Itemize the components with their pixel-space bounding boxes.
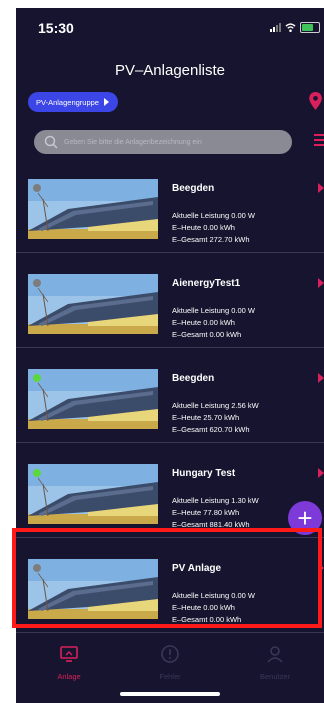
search-placeholder: Geben Sie bitte die Anlagenbezeichnung e… — [64, 138, 202, 146]
energy-total: E–Gesamt 272.70 kWh — [172, 235, 250, 244]
status-icons — [270, 22, 320, 33]
status-dot-online — [33, 374, 41, 382]
monitor-icon — [60, 646, 78, 662]
current-power: Aktuelle Leistung 0.00 W — [172, 211, 255, 220]
plant-name: Hungary Test — [172, 468, 236, 479]
plant-thumbnail — [28, 179, 158, 239]
plant-name: Beegden — [172, 373, 215, 384]
page-title: PV–Anlagenliste — [114, 62, 226, 79]
current-power: Aktuelle Leistung 1.30 kW — [172, 496, 259, 505]
plant-name: Beegden — [172, 183, 215, 194]
chevron-right-icon — [318, 183, 324, 193]
current-power: Aktuelle Leistung 0.00 W — [172, 306, 255, 315]
play-arrow-icon — [103, 98, 109, 106]
tab-label: Anlage — [57, 672, 81, 681]
chevron-right-icon — [318, 468, 324, 478]
energy-today: E–Heute 77.80 kWh — [172, 508, 240, 517]
search-icon — [44, 135, 58, 149]
location-pin-icon[interactable] — [309, 92, 322, 110]
energy-total: E–Gesamt 0.00 kWh — [172, 330, 242, 339]
plant-card[interactable]: AienergyTest1 Aktuelle Leistung 0.00 W E… — [16, 253, 324, 348]
plant-thumbnail — [28, 464, 158, 524]
search-input[interactable]: Geben Sie bitte die Anlagenbezeichnung e… — [34, 130, 292, 154]
filter-menu-icon[interactable] — [314, 131, 324, 151]
wifi-icon — [285, 23, 296, 32]
tab-label: Benutzer — [259, 672, 291, 681]
tab-benutzer[interactable]: Benutzer — [230, 644, 320, 681]
current-power: Aktuelle Leistung 2.56 kW — [172, 401, 259, 410]
error-icon — [161, 645, 179, 663]
status-time: 15:30 — [38, 20, 74, 36]
plant-card[interactable]: Hungary Test Aktuelle Leistung 1.30 kW E… — [16, 443, 324, 538]
plant-thumbnail — [28, 274, 158, 334]
plant-group-label: PV-Anlagengruppe — [36, 97, 99, 107]
energy-today: E–Heute 25.70 kWh — [172, 413, 240, 422]
plant-card[interactable]: Beegden Aktuelle Leistung 0.00 W E–Heute… — [16, 158, 324, 253]
signal-icon — [270, 23, 281, 32]
chevron-right-icon — [318, 373, 324, 383]
plant-group-button[interactable]: PV-Anlagengruppe — [28, 92, 118, 112]
status-dot-offline — [33, 184, 41, 192]
status-bar: 15:30 — [16, 8, 324, 48]
tab-label: Fehler — [159, 672, 181, 681]
energy-total: E–Gesamt 620.70 kWh — [172, 425, 250, 434]
status-dot-offline — [33, 279, 41, 287]
energy-today: E–Heute 0.00 kWh — [172, 318, 235, 327]
tab-anlage[interactable]: Anlage — [24, 644, 114, 681]
plant-thumbnail — [28, 369, 158, 429]
plant-card[interactable]: Beegden Aktuelle Leistung 2.56 kW E–Heut… — [16, 348, 324, 443]
energy-today: E–Heute 0.00 kWh — [172, 223, 235, 232]
status-dot-online — [33, 469, 41, 477]
battery-icon — [300, 22, 320, 33]
selection-highlight — [12, 528, 322, 628]
tab-fehler[interactable]: Fehler — [125, 644, 215, 681]
plant-name: AienergyTest1 — [172, 278, 241, 289]
home-indicator — [120, 692, 220, 696]
chevron-right-icon — [318, 278, 324, 288]
user-icon — [267, 646, 283, 663]
